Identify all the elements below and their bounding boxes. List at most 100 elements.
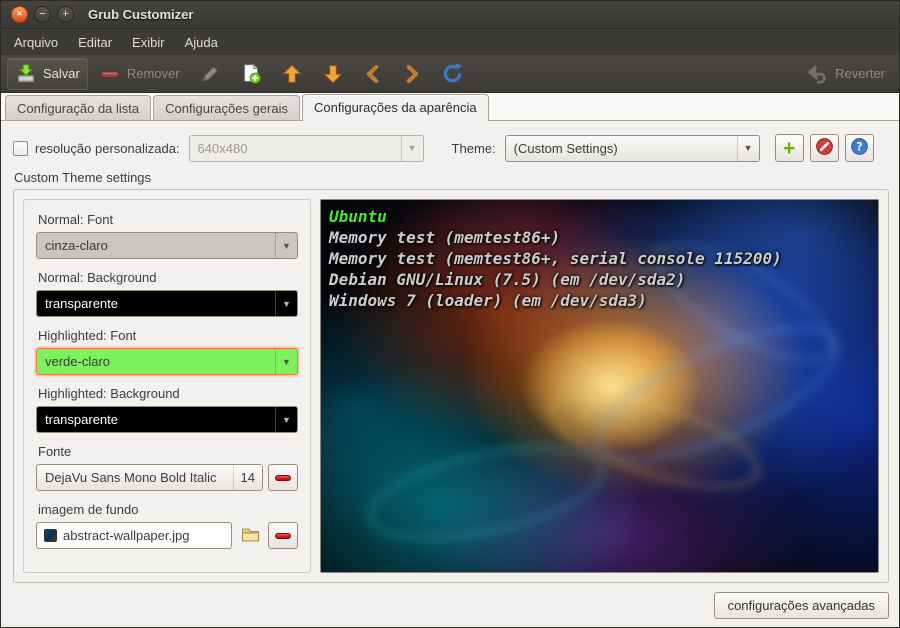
- remove-icon: [99, 63, 121, 85]
- font-size: 14: [232, 465, 262, 490]
- prohibition-icon: [815, 137, 834, 159]
- tool-bar: Salvar Remover Reverter: [1, 55, 899, 93]
- footer-row: configurações avançadas: [13, 583, 889, 619]
- custom-theme-frame: Custom Theme settings Normal: Font cinza…: [13, 170, 889, 583]
- save-label: Salvar: [43, 66, 80, 81]
- highlighted-background-group: Highlighted: Background transparente ▼: [36, 383, 298, 433]
- highlighted-font-group: Highlighted: Font verde-claro ▼: [36, 325, 298, 375]
- arrow-down-icon: [322, 63, 344, 85]
- chevron-down-icon: ▼: [275, 291, 297, 316]
- folder-icon: [241, 525, 260, 547]
- highlighted-background-label: Highlighted: Background: [38, 386, 180, 401]
- smoke-decor: [359, 428, 612, 558]
- normal-font-label: Normal: Font: [38, 212, 114, 227]
- resolution-combo[interactable]: 640x480 ▼: [188, 134, 424, 162]
- titlebar: × − + Grub Customizer: [1, 1, 899, 29]
- help-icon: ?: [850, 137, 869, 159]
- normal-font-combo[interactable]: cinza-claro ▼: [36, 232, 298, 259]
- new-document-icon: [240, 63, 262, 85]
- window-controls: × − +: [11, 6, 74, 23]
- highlighted-font-combo[interactable]: verde-claro ▼: [36, 348, 298, 375]
- custom-theme-frame-title: Custom Theme settings: [14, 170, 152, 185]
- svg-text:?: ?: [856, 140, 862, 153]
- pencil-icon: [199, 63, 221, 85]
- smoke-decor: [581, 299, 856, 488]
- tab-bar: Configuração da lista Configurações gera…: [1, 93, 899, 121]
- add-theme-button[interactable]: +: [774, 134, 804, 162]
- grub-customizer-window: × − + Grub Customizer Arquivo Editar Exi…: [0, 0, 900, 628]
- remove-image-button[interactable]: [268, 522, 298, 549]
- smoke-decor: [538, 372, 770, 507]
- remove-theme-button[interactable]: [809, 134, 839, 162]
- chevron-down-icon: ▼: [275, 349, 297, 374]
- chevron-down-icon: ▼: [275, 233, 297, 258]
- highlighted-background-value: transparente: [45, 412, 118, 427]
- menu-exibir[interactable]: Exibir: [123, 31, 174, 54]
- window-title: Grub Customizer: [88, 7, 194, 22]
- grub-menu-entry: Windows 7 (loader) (em /dev/sda3): [329, 291, 647, 310]
- normal-background-combo[interactable]: transparente ▼: [36, 290, 298, 317]
- remove-button[interactable]: Remover: [91, 58, 188, 90]
- top-settings-row: resolução personalizada: 640x480 ▼ Theme…: [13, 133, 889, 163]
- close-button[interactable]: ×: [11, 6, 28, 23]
- highlighted-font-value: verde-claro: [45, 354, 111, 369]
- custom-resolution-checkbox[interactable]: [13, 140, 28, 156]
- minus-icon: [275, 474, 291, 481]
- plus-icon: +: [782, 136, 796, 160]
- minimize-button[interactable]: −: [34, 6, 51, 23]
- refresh-icon: [441, 62, 464, 85]
- theme-label: Theme:: [451, 140, 496, 156]
- advanced-settings-label: configurações avançadas: [727, 598, 875, 613]
- help-button[interactable]: ?: [844, 134, 874, 162]
- theme-settings-column: Normal: Font cinza-claro ▼ Normal: Backg…: [23, 199, 311, 573]
- choose-image-button[interactable]: [237, 522, 263, 549]
- grub-menu-list: Ubuntu Memory test (memtest86+) Memory tes…: [329, 206, 870, 311]
- tab-list-configuration[interactable]: Configuração da lista: [5, 95, 152, 120]
- rename-button[interactable]: [191, 58, 229, 90]
- chevron-down-icon: ▼: [275, 407, 297, 432]
- highlighted-background-combo[interactable]: transparente ▼: [36, 406, 298, 433]
- font-chooser-button[interactable]: DejaVu Sans Mono Bold Italic 14: [36, 464, 263, 491]
- remove-font-button[interactable]: [268, 464, 298, 491]
- revert-label: Reverter: [835, 66, 885, 81]
- revert-icon: [807, 63, 829, 85]
- move-up-button[interactable]: [273, 58, 311, 90]
- background-image-group: imagem de fundo abstract-wallpaper.jpg: [36, 499, 298, 549]
- menu-editar[interactable]: Editar: [69, 31, 121, 54]
- menu-arquivo[interactable]: Arquivo: [5, 31, 67, 54]
- move-right-button[interactable]: [394, 58, 430, 90]
- chevron-left-icon: [363, 63, 383, 85]
- normal-font-value: cinza-claro: [45, 238, 108, 253]
- resolution-value: 640x480: [197, 140, 248, 156]
- theme-combo[interactable]: (Custom Settings) ▼: [504, 134, 760, 162]
- menu-ajuda[interactable]: Ajuda: [176, 31, 227, 54]
- revert-button[interactable]: Reverter: [799, 58, 893, 90]
- refresh-button[interactable]: [433, 57, 472, 90]
- normal-background-label: Normal: Background: [38, 270, 157, 285]
- font-label: Fonte: [38, 444, 72, 459]
- tab-appearance-settings[interactable]: Configurações da aparência: [302, 94, 489, 121]
- maximize-button[interactable]: +: [57, 6, 74, 23]
- grub-preview: Ubuntu Memory test (memtest86+) Memory tes…: [320, 199, 879, 573]
- move-down-button[interactable]: [314, 58, 352, 90]
- background-image-filename: abstract-wallpaper.jpg: [63, 528, 190, 543]
- grub-menu-entry: Debian GNU/Linux (7.5) (em /dev/sda2): [329, 270, 686, 289]
- custom-resolution-label: resolução personalizada:: [35, 140, 180, 156]
- save-button[interactable]: Salvar: [7, 57, 88, 90]
- background-image-entry[interactable]: abstract-wallpaper.jpg: [36, 522, 232, 549]
- advanced-settings-button[interactable]: configurações avançadas: [713, 592, 889, 619]
- chevron-down-icon: ▼: [400, 135, 423, 161]
- appearance-panel: resolução personalizada: 640x480 ▼ Theme…: [1, 121, 899, 627]
- menu-bar: Arquivo Editar Exibir Ajuda: [1, 29, 899, 55]
- chevron-right-icon: [402, 63, 422, 85]
- normal-background-value: transparente: [45, 296, 118, 311]
- save-icon: [15, 63, 37, 85]
- font-name: DejaVu Sans Mono Bold Italic: [45, 470, 217, 485]
- normal-font-group: Normal: Font cinza-claro ▼: [36, 209, 298, 259]
- grub-menu-entry: Ubuntu: [329, 207, 387, 226]
- tab-general-settings[interactable]: Configurações gerais: [153, 95, 300, 120]
- add-entry-button[interactable]: [232, 58, 270, 90]
- font-group: Fonte DejaVu Sans Mono Bold Italic 14: [36, 441, 298, 491]
- background-image-label: imagem de fundo: [38, 502, 139, 517]
- move-left-button[interactable]: [355, 58, 391, 90]
